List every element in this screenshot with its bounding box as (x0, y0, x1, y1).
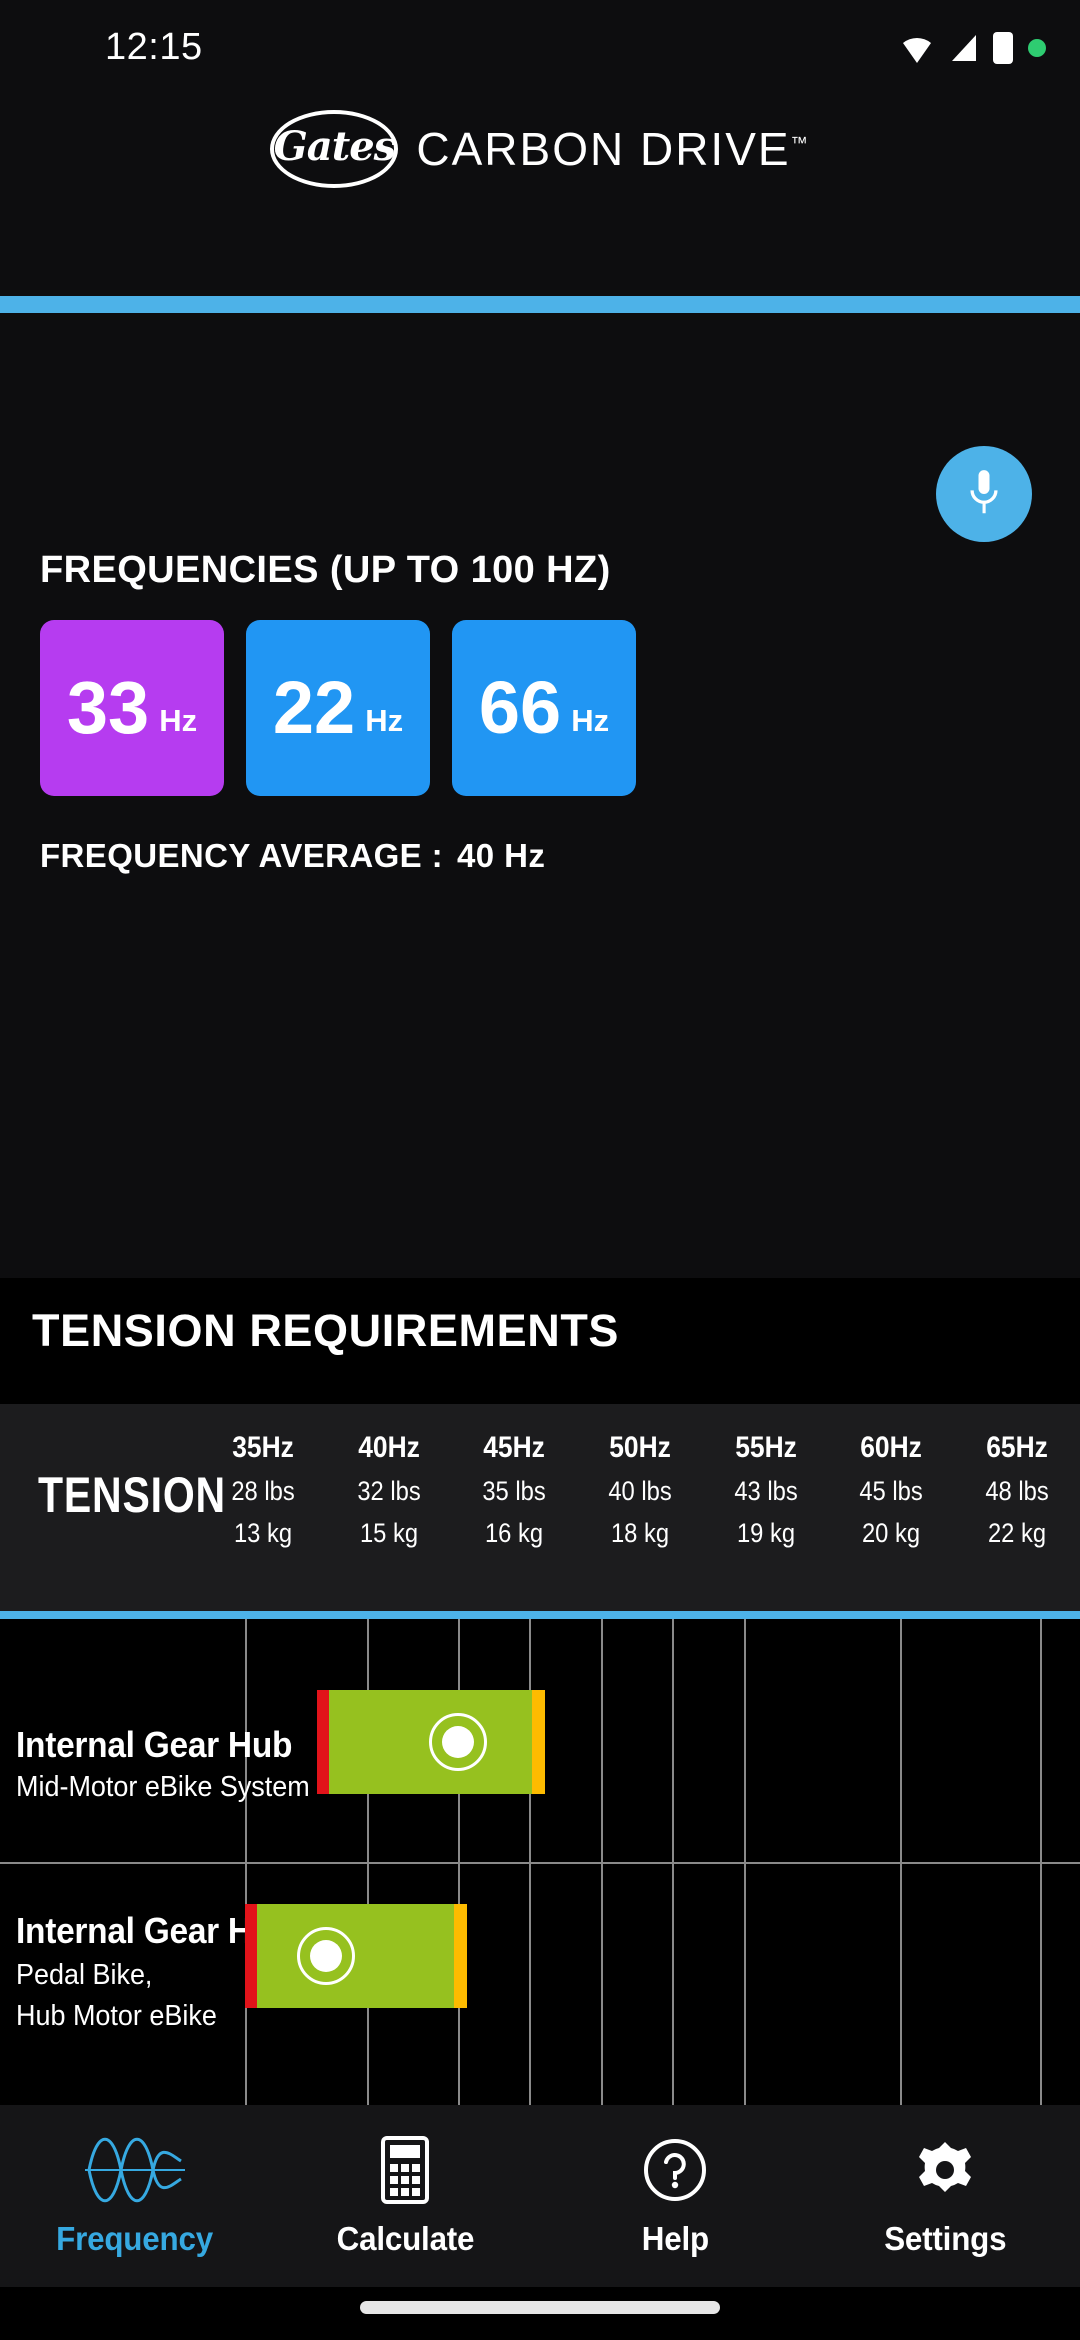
frequencies-title: FREQUENCIES (UP TO 100 HZ) (40, 549, 611, 591)
tension-column-hz: 55Hz (734, 1431, 797, 1464)
battery-icon (993, 32, 1013, 64)
chart-top-accent-divider (0, 1611, 1080, 1619)
frequency-chip-unit: Hz (159, 703, 198, 738)
range-target-marker (429, 1713, 487, 1771)
waveform-icon (83, 2134, 187, 2206)
tension-column-kg: 13 kg (233, 1518, 292, 1548)
frequency-average: FREQUENCY AVERAGE : 40 Hz (40, 837, 545, 875)
tension-column-lbs: 28 lbs (231, 1476, 295, 1506)
gates-carbon-drive-logo: Gates CARBON DRIVE™ (0, 110, 1080, 188)
chart-row-subtitle-line1: Pedal Bike, (16, 1959, 153, 1991)
app-header: Gates CARBON DRIVE™ (0, 92, 1080, 296)
frequency-chip-value: 66 (478, 666, 562, 749)
tension-column: 65Hz 48 lbs 22 kg (954, 1404, 1080, 1611)
status-bar-icons (901, 28, 1046, 68)
chart-range-bar (245, 1904, 467, 2008)
status-bar: 12:15 (0, 0, 1080, 92)
bottom-navigation-bar: Frequency Calculate Help Settings (0, 2105, 1080, 2287)
tension-column-kg: 16 kg (485, 1518, 544, 1548)
frequency-chip[interactable]: 66 Hz (452, 620, 636, 796)
range-target-marker (297, 1927, 355, 1985)
tension-table-header: TENSION 35Hz 28 lbs 13 kg 40Hz 32 lbs 15… (0, 1404, 1080, 1611)
tension-requirements-header: TENSION REQUIREMENTS (0, 1278, 1080, 1404)
tension-column-kg: 22 kg (988, 1518, 1047, 1548)
wifi-icon (903, 37, 931, 63)
calculator-icon (381, 2134, 429, 2206)
gear-icon (913, 2134, 977, 2206)
tension-row-label: TENSION (38, 1467, 226, 1523)
tension-column-kg: 15 kg (359, 1518, 418, 1548)
tension-column-hz: 60Hz (860, 1431, 923, 1464)
cellular-signal-icon (952, 35, 976, 61)
chart-range-bar (317, 1690, 545, 1794)
tension-column-lbs: 35 lbs (482, 1476, 547, 1506)
tension-column-hz: 35Hz (232, 1431, 294, 1464)
frequency-chip[interactable]: 22 Hz (246, 620, 430, 796)
range-band (257, 1904, 454, 2008)
nav-item-frequency[interactable]: Frequency (0, 2105, 270, 2287)
gesture-handle-bar[interactable] (360, 2301, 720, 2314)
nav-item-help[interactable]: Help (540, 2105, 810, 2287)
frequency-chip-unit: Hz (365, 703, 404, 738)
frequency-chip-unit: Hz (571, 703, 610, 738)
tension-column: 40Hz 32 lbs 15 kg (326, 1404, 452, 1611)
chart-row-title: Internal Gear Hub (16, 1724, 293, 1765)
nav-item-label: Frequency (56, 2220, 214, 2257)
tension-column: 50Hz 40 lbs 18 kg (577, 1404, 703, 1611)
tension-requirements-title: TENSION REQUIREMENTS (32, 1305, 620, 1356)
gates-oval-logo-icon: Gates (270, 110, 399, 188)
chart-row[interactable]: Internal Gear Hub Pedal Bike, Hub Motor … (0, 1864, 1080, 2105)
tension-column-hz: 65Hz (986, 1431, 1048, 1464)
range-max-cap (454, 1904, 467, 2008)
frequency-average-value: 40 Hz (457, 837, 546, 874)
tension-column-lbs: 32 lbs (356, 1476, 421, 1506)
tension-chart: Internal Gear Hub Mid-Motor eBike System… (0, 1619, 1080, 2105)
tension-column-kg: 19 kg (736, 1518, 795, 1548)
tension-column-hz: 45Hz (483, 1431, 546, 1464)
frequency-chip-list: 33 Hz 22 Hz 66 Hz (40, 620, 636, 796)
range-min-cap (317, 1690, 329, 1794)
tension-column-hz: 40Hz (357, 1431, 420, 1464)
chart-row[interactable]: Internal Gear Hub Mid-Motor eBike System (0, 1619, 1080, 1862)
nav-item-calculate[interactable]: Calculate (270, 2105, 540, 2287)
recording-indicator-dot (1028, 39, 1046, 57)
tension-column-hz: 50Hz (609, 1431, 671, 1464)
tension-column-lbs: 43 lbs (734, 1476, 798, 1506)
question-circle-icon (642, 2134, 708, 2206)
bottom-nav-items: Frequency Calculate Help Settings (0, 2105, 1080, 2287)
frequency-panel: FREQUENCIES (UP TO 100 HZ) 33 Hz 22 Hz 6… (0, 313, 1080, 1278)
wordmark-text: CARBON DRIVE (416, 123, 791, 175)
tension-column: 35Hz 28 lbs 13 kg (200, 1404, 326, 1611)
frequency-chip-value: 33 (66, 666, 150, 749)
header-accent-divider (0, 296, 1080, 313)
tension-column: 45Hz 35 lbs 16 kg (451, 1404, 577, 1611)
microphone-record-button[interactable] (936, 446, 1032, 542)
tension-column: 55Hz 43 lbs 19 kg (703, 1404, 829, 1611)
nav-item-label: Settings (883, 2220, 1007, 2257)
carbon-drive-wordmark: CARBON DRIVE™ (416, 122, 809, 176)
tension-column-lbs: 45 lbs (859, 1476, 924, 1506)
microphone-icon (970, 470, 998, 514)
tension-column-lbs: 48 lbs (985, 1476, 1049, 1506)
app-screen: 12:15 Gates CARBON DRIVE™ FREQUENCIES (U… (0, 0, 1080, 2340)
frequency-chip[interactable]: 33 Hz (40, 620, 224, 796)
tension-column-kg: 20 kg (862, 1518, 921, 1548)
trademark-symbol: ™ (790, 133, 810, 153)
range-min-cap (245, 1904, 257, 2008)
frequency-chip-value: 22 (272, 666, 356, 749)
chart-row-subtitle-line2: Hub Motor eBike (16, 2000, 217, 2032)
tension-column-lbs: 40 lbs (608, 1476, 672, 1506)
range-max-cap (532, 1690, 545, 1794)
nav-item-label: Help (641, 2220, 709, 2257)
tension-column: 60Hz 45 lbs 20 kg (829, 1404, 955, 1611)
status-bar-clock: 12:15 (105, 26, 203, 68)
nav-item-label: Calculate (336, 2220, 474, 2257)
tension-column-kg: 18 kg (610, 1518, 670, 1548)
nav-item-settings[interactable]: Settings (810, 2105, 1080, 2287)
chart-row-subtitle: Mid-Motor eBike System (16, 1771, 310, 1803)
frequency-average-label: FREQUENCY AVERAGE : (40, 837, 444, 874)
tension-column-list: 35Hz 28 lbs 13 kg 40Hz 32 lbs 15 kg 45Hz… (200, 1404, 1080, 1611)
gesture-nav-area (0, 2287, 1080, 2340)
gates-script-text: Gates (273, 123, 397, 170)
